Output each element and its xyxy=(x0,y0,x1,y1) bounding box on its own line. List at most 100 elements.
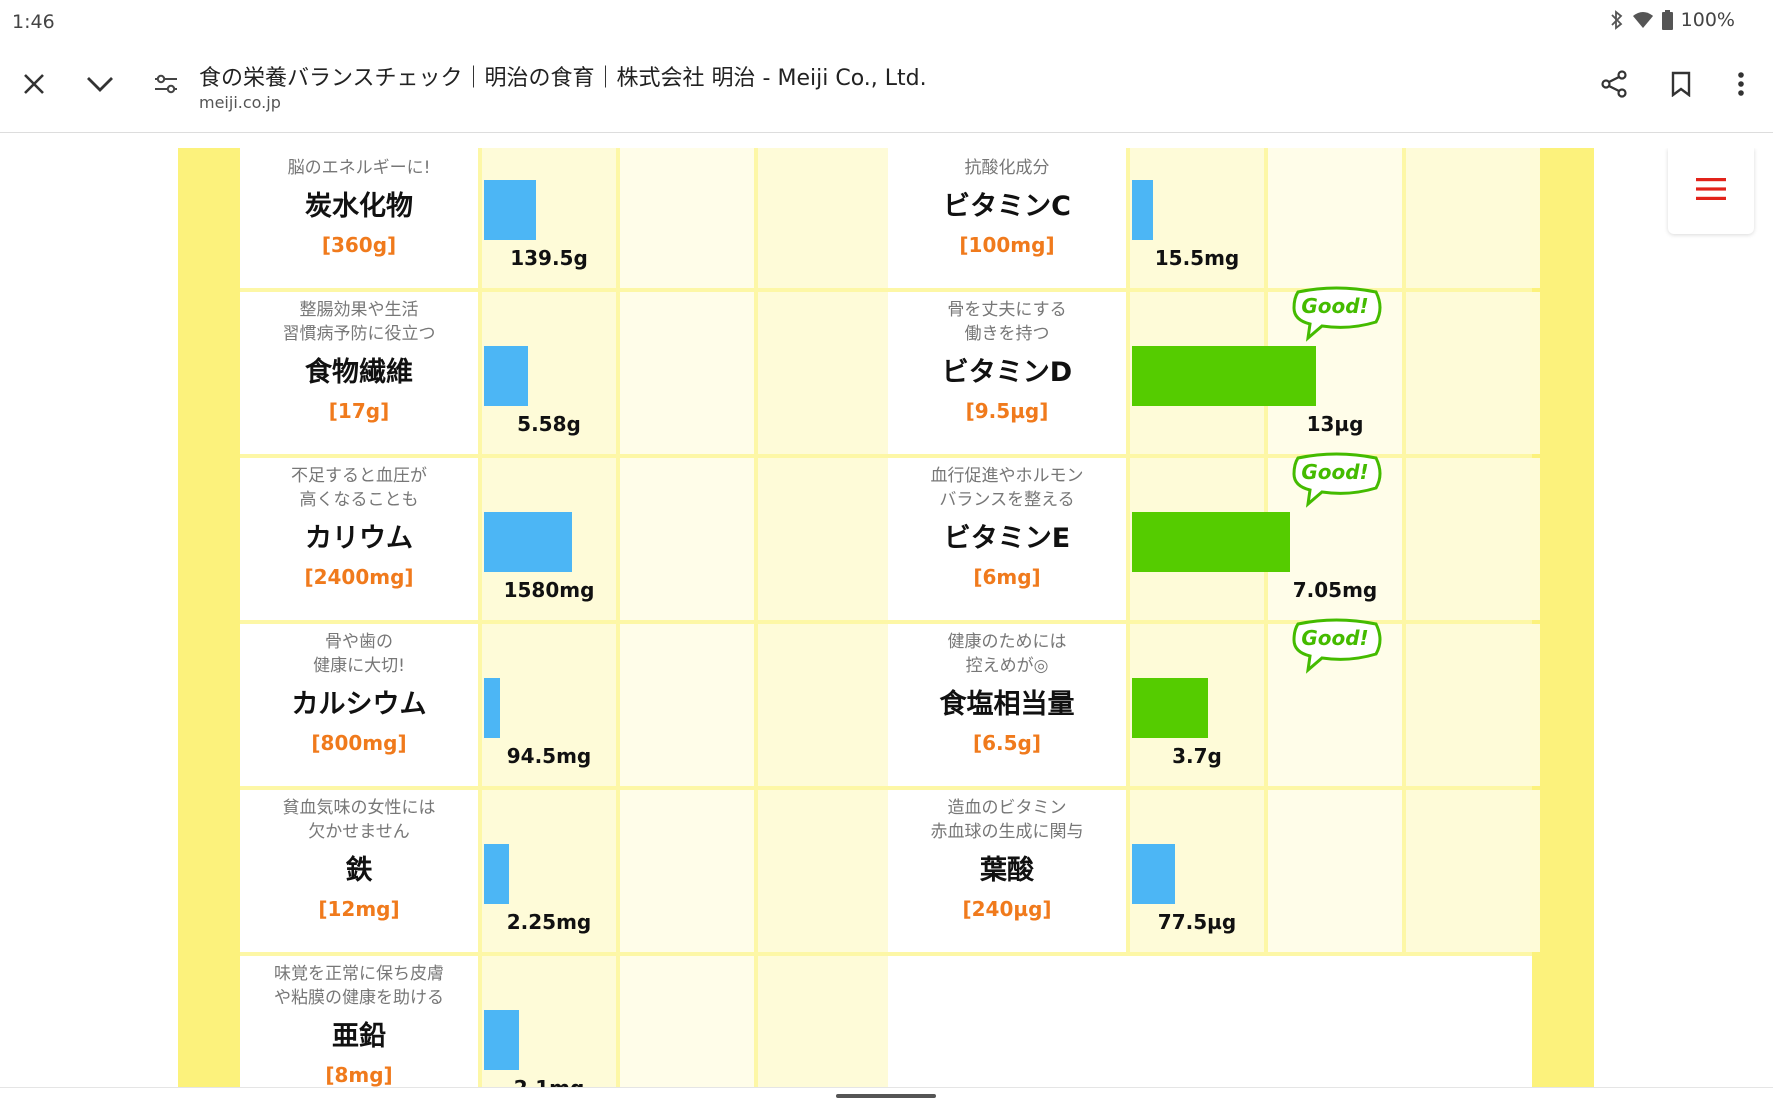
right-border xyxy=(1532,148,1594,1087)
page-host: meiji.co.jp xyxy=(199,93,281,112)
bluetooth-icon xyxy=(1610,10,1624,30)
nutrient-value: 3.7g xyxy=(1172,744,1222,768)
good-badge: Good! xyxy=(1290,286,1386,346)
nutrient-label-cell: 整腸効果や生活 習慣病予防に役立つ 食物繊維 [17g] xyxy=(240,292,478,454)
good-badge-text: Good! xyxy=(1301,294,1369,318)
good-badge: Good! xyxy=(1290,618,1386,678)
nutrient-value: 94.5mg xyxy=(506,744,592,768)
good-badge-text: Good! xyxy=(1301,626,1369,650)
nutrient-description: 味覚を正常に保ち皮膚 xyxy=(274,964,444,984)
nutrient-bar xyxy=(484,180,536,240)
nutrient-description: 働きを持つ xyxy=(964,324,1050,344)
nutrient-description: 欠かせません xyxy=(308,822,410,842)
nutrient-name: 亜鉛 xyxy=(332,1021,386,1052)
nutrient-description: 造血のビタミン xyxy=(947,798,1067,818)
nutrient-required-amount: [17g] xyxy=(328,399,390,423)
chart-column-cell xyxy=(620,956,754,1087)
nutrient-description: 健康のためには xyxy=(947,632,1067,652)
nutrient-name: 食塩相当量 xyxy=(939,689,1075,720)
share-button[interactable] xyxy=(1590,62,1638,110)
page-info-button[interactable] xyxy=(142,62,190,110)
nutrient-description: 脳のエネルギーに! xyxy=(287,158,431,178)
page-title: 食の栄養バランスチェック｜明治の食育｜株式会社 明治 - Meiji Co., … xyxy=(199,66,927,91)
good-badge-text: Good! xyxy=(1301,460,1369,484)
chart-column-cell xyxy=(620,790,754,952)
nutrient-name: ビタミンE xyxy=(943,523,1071,554)
chart-column-cell xyxy=(620,624,754,786)
nutrient-description: 健康に大切! xyxy=(313,656,405,676)
nutrient-required-amount: [6mg] xyxy=(973,565,1041,589)
more-options-button[interactable] xyxy=(1717,62,1765,110)
nutrient-name: 炭水化物 xyxy=(305,191,413,222)
nutrient-description: バランスを整える xyxy=(939,490,1075,510)
nutrient-bar xyxy=(484,346,528,406)
nutrient-description: 高くなることも xyxy=(299,490,419,510)
nutrient-required-amount: [100mg] xyxy=(959,233,1055,257)
chart-column-cell xyxy=(1406,148,1540,288)
status-time: 1:46 xyxy=(12,11,55,33)
empty-cell xyxy=(888,956,1532,1087)
nutrient-required-amount: [2400mg] xyxy=(304,565,414,589)
nutrient-bar xyxy=(484,844,509,904)
nutrient-required-amount: [360g] xyxy=(321,233,397,257)
bookmark-button[interactable] xyxy=(1657,62,1705,110)
nutrient-label-cell: 不足すると血圧が 高くなることも カリウム [2400mg] xyxy=(240,458,478,620)
chart-column-cell xyxy=(758,790,892,952)
nutrient-name: 食物繊維 xyxy=(305,357,413,388)
nutrient-label-cell: 味覚を正常に保ち皮膚 や粘膜の健康を助ける亜鉛 [8mg] xyxy=(240,956,478,1087)
nutrient-bar xyxy=(1132,678,1208,738)
nutrient-name: カルシウム xyxy=(291,689,427,720)
nutrient-bar xyxy=(484,678,500,738)
nutrient-bar xyxy=(1132,346,1316,406)
minimize-button[interactable] xyxy=(76,62,124,110)
nutrient-label-cell: 骨や歯の 健康に大切! カルシウム [800mg] xyxy=(240,624,478,786)
chevron-down-icon xyxy=(86,75,114,97)
nutrient-description: 控えめが◎ xyxy=(965,656,1049,676)
battery-percent: 100% xyxy=(1680,9,1735,31)
nutrient-name: カリウム xyxy=(305,523,413,554)
nutrient-name: ビタミンC xyxy=(943,191,1071,222)
nutrient-value: 1580mg xyxy=(503,578,595,602)
custom-tab-toolbar: 食の栄養バランスチェック｜明治の食育｜株式会社 明治 - Meiji Co., … xyxy=(0,42,1773,133)
menu-button[interactable] xyxy=(1668,148,1754,234)
nutrient-label-cell: 脳のエネルギーに! 炭水化物 [360g] xyxy=(240,148,478,288)
chart-column-cell xyxy=(758,624,892,786)
nutrient-name: 鉄 xyxy=(345,855,373,886)
battery-icon xyxy=(1661,10,1673,30)
close-icon xyxy=(22,72,46,100)
nutrient-description: 抗酸化成分 xyxy=(964,158,1050,178)
nutrient-bar xyxy=(1132,844,1175,904)
more-vert-icon xyxy=(1737,71,1745,101)
nutrient-value: 77.5µg xyxy=(1157,910,1237,934)
nutrient-name: 葉酸 xyxy=(980,855,1034,886)
close-button[interactable] xyxy=(10,62,58,110)
nutrient-value: 2.25mg xyxy=(506,910,592,934)
chart-column-cell xyxy=(1406,292,1540,454)
chart-column-cell xyxy=(758,458,892,620)
nutrient-required-amount: [6.5g] xyxy=(972,731,1042,755)
bottom-divider xyxy=(0,1087,1773,1088)
chart-column-cell xyxy=(758,956,892,1087)
gesture-nav-handle[interactable] xyxy=(836,1094,936,1098)
nutrient-description: 貧血気味の女性には xyxy=(282,798,436,818)
nutrient-bar xyxy=(484,1010,519,1070)
good-badge: Good! xyxy=(1290,452,1386,512)
nutrient-required-amount: [8mg] xyxy=(325,1063,393,1087)
nutrient-label-cell: 造血のビタミン 赤血球の生成に関与 葉酸 [240µg] xyxy=(888,790,1126,952)
nutrient-description: や粘膜の健康を助ける xyxy=(274,988,444,1008)
chart-column-cell xyxy=(1406,624,1540,786)
nutrient-bar xyxy=(1132,512,1290,572)
nutrient-label-cell: 貧血気味の女性には 欠かせません鉄 [12mg] xyxy=(240,790,478,952)
chart-column-cell xyxy=(1268,148,1402,288)
chart-column-cell xyxy=(758,148,892,288)
nutrient-description: 骨や歯の xyxy=(325,632,393,652)
nutrient-label-cell: 血行促進やホルモン バランスを整える ビタミンE [6mg] xyxy=(888,458,1126,620)
nutrient-label-cell: 骨を丈夫にする 働きを持つ ビタミンD [9.5µg] xyxy=(888,292,1126,454)
nutrient-required-amount: [240µg] xyxy=(962,897,1052,921)
nutrient-description: 整腸効果や生活 xyxy=(299,300,419,320)
nutrient-bar xyxy=(484,512,572,572)
web-content: 脳のエネルギーに! 炭水化物 [360g] 139.5g 整腸効果や生活 習慣病予防に役立… xyxy=(0,148,1773,1087)
chart-column-cell xyxy=(620,458,754,620)
nutrient-name: ビタミンD xyxy=(941,357,1073,388)
nutrient-required-amount: [12mg] xyxy=(318,897,400,921)
